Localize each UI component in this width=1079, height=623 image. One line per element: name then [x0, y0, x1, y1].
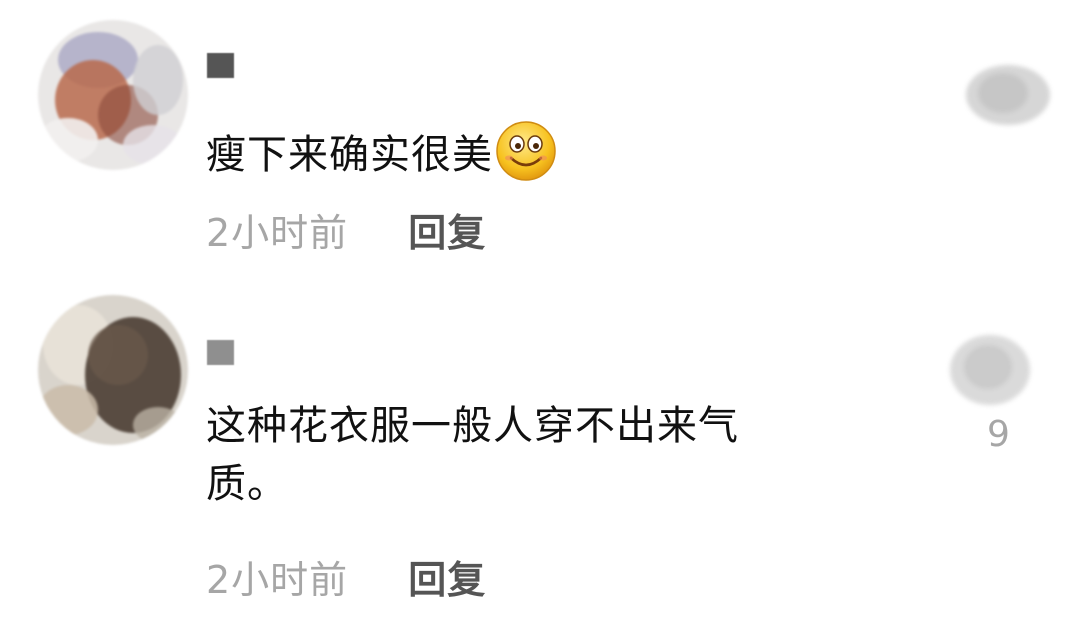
smiling-face-emoji-icon	[495, 120, 557, 182]
like-button[interactable]	[958, 55, 1058, 135]
comment-text-line: 质。	[206, 461, 288, 507]
username[interactable]	[207, 340, 234, 365]
reply-button[interactable]: 回复	[408, 549, 486, 604]
like-count: 9	[987, 414, 1010, 455]
comment-text-content: 瘦下来确实很美	[206, 132, 493, 178]
comment-meta: 2小时前 回复	[206, 552, 486, 602]
comment-text: 瘦下来确实很美	[206, 120, 906, 184]
timestamp: 2小时前	[206, 557, 349, 602]
avatar[interactable]	[38, 295, 188, 445]
comment-text-line: 这种花衣服一般人穿不出来气	[206, 403, 739, 449]
username[interactable]	[207, 53, 234, 78]
comment-meta: 2小时前 回复	[206, 205, 486, 255]
timestamp: 2小时前	[206, 210, 349, 255]
avatar[interactable]	[38, 20, 188, 170]
comment-text: 这种花衣服一般人穿不出来气 质。	[206, 397, 906, 513]
like-button[interactable]	[940, 325, 1040, 415]
reply-button[interactable]: 回复	[408, 202, 486, 257]
